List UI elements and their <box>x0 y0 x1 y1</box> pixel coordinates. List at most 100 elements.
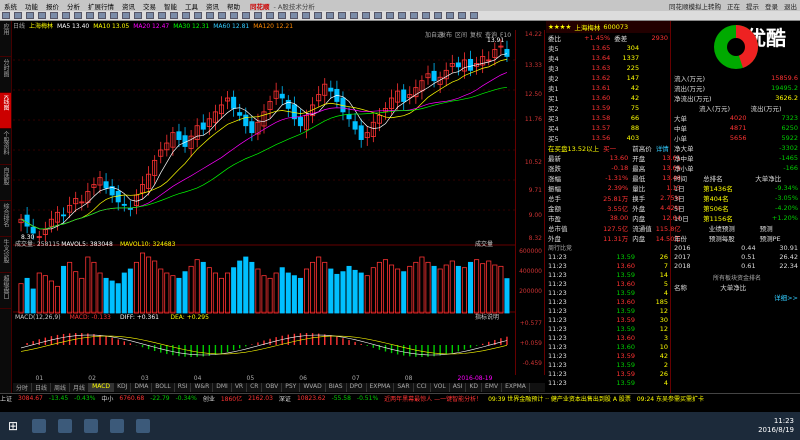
toolbar-icon[interactable] <box>194 12 202 19</box>
toolbar-icon[interactable] <box>146 12 154 19</box>
menu-item[interactable]: 资讯 <box>118 1 139 11</box>
menu-right-item[interactable]: 提示 <box>743 1 762 11</box>
indicator-tab[interactable]: ASI <box>450 383 467 392</box>
toolbar-icon[interactable] <box>350 12 358 19</box>
indicator-tab[interactable]: EXPMA <box>502 383 530 392</box>
indicator-tab[interactable]: VR <box>232 383 248 392</box>
toolbar-icon[interactable] <box>290 12 298 19</box>
indicator-tab[interactable]: EMV <box>482 383 503 392</box>
toolbar-icon[interactable] <box>326 12 334 19</box>
left-tab[interactable]: 综合排名 <box>0 201 11 237</box>
toolbar-icon[interactable] <box>62 12 70 19</box>
indicator-tab[interactable]: KDJ <box>114 383 132 392</box>
indicator-tab[interactable]: MACD <box>89 383 115 392</box>
menu-item[interactable]: 系统 <box>0 1 21 11</box>
indicator-tab[interactable]: SAR <box>394 383 414 392</box>
menu-item[interactable]: 交易 <box>139 1 160 11</box>
indicator-tab[interactable]: KD <box>466 383 482 392</box>
toolbar-icon[interactable] <box>122 12 130 19</box>
toolbar-icon[interactable] <box>434 12 442 19</box>
menu-item[interactable]: 报价 <box>42 1 63 11</box>
toolbar-icon[interactable] <box>2 12 10 19</box>
toolbar-icon[interactable] <box>422 12 430 19</box>
menu-right-item[interactable]: 登录 <box>762 1 781 11</box>
menu-item[interactable]: 资讯 <box>202 1 223 11</box>
toolbar-icon[interactable] <box>470 12 478 19</box>
search-icon[interactable] <box>32 419 46 433</box>
toolbar-icon[interactable] <box>14 12 22 19</box>
menu-item[interactable]: 帮助 <box>223 1 244 11</box>
indicator-tab[interactable]: CR <box>247 383 263 392</box>
indicator-tab[interactable]: EXPMA <box>367 383 395 392</box>
toolbar-icon[interactable] <box>254 12 262 19</box>
windows-start-icon[interactable]: ⊞ <box>0 412 26 440</box>
app-icon[interactable] <box>136 419 150 433</box>
toolbar-icon[interactable] <box>170 12 178 19</box>
toolbar-icon[interactable] <box>410 12 418 19</box>
toolbar-icon[interactable] <box>134 12 142 19</box>
toolbar-icon[interactable] <box>98 12 106 19</box>
toolbar-icon[interactable] <box>74 12 82 19</box>
explorer-icon[interactable] <box>84 419 98 433</box>
menu-item[interactable]: 智能 <box>160 1 181 11</box>
toolbar-icon[interactable] <box>398 12 406 19</box>
indicator-tab[interactable]: 周线 <box>51 383 71 392</box>
left-tab[interactable]: 牛叉诊股 <box>0 237 11 273</box>
status-ticker-3[interactable]: 09:24 东吴参需买需扩卡 <box>637 394 704 403</box>
toolbar-icon[interactable] <box>218 12 226 19</box>
indicator-tab[interactable]: OBV <box>262 383 283 392</box>
toolbar-icon[interactable] <box>86 12 94 19</box>
toolbar-icon[interactable] <box>458 12 466 19</box>
toolbar-icon[interactable] <box>374 12 382 19</box>
toolbar-icon[interactable] <box>446 12 454 19</box>
left-tab[interactable]: 超级盘口 <box>0 273 11 309</box>
menu-right-item[interactable]: 退出 <box>781 1 800 11</box>
toolbar-icon[interactable] <box>206 12 214 19</box>
toolbar-icon[interactable] <box>386 12 394 19</box>
toolbar-icon[interactable] <box>314 12 322 19</box>
menu-item[interactable]: 工具 <box>181 1 202 11</box>
toolbar-icon[interactable] <box>182 12 190 19</box>
toolbar-icon[interactable] <box>302 12 310 19</box>
status-ticker-2[interactable]: 09:39 世界金融预计 ·· 健产业资本出售出到股 A 股票 <box>488 394 631 403</box>
left-tab[interactable]: 分时图 <box>0 57 11 93</box>
toolbar-icon[interactable] <box>266 12 274 19</box>
indicator-tab[interactable]: 日线 <box>32 383 52 392</box>
indicator-tab[interactable]: WVAD <box>300 383 326 392</box>
menu-right-item[interactable]: 正在 <box>724 1 743 11</box>
indicator-tab[interactable]: CCI <box>414 383 431 392</box>
indicator-tab[interactable]: 月线 <box>70 383 90 392</box>
edge-icon[interactable] <box>58 419 72 433</box>
left-tab[interactable]: 个股资料 <box>0 129 11 165</box>
left-tab[interactable]: 自选股 <box>0 165 11 201</box>
left-tab[interactable]: 应用 <box>0 21 11 57</box>
toolbar-icon[interactable] <box>278 12 286 19</box>
indicator-tab[interactable]: W&R <box>191 383 214 392</box>
indicator-tab[interactable]: DPO <box>347 383 367 392</box>
toolbar-icon[interactable] <box>338 12 346 19</box>
status-ticker[interactable]: 近两年黑幕最惊人 —一键智能分析！ <box>384 394 482 403</box>
toolbar-icon[interactable] <box>26 12 34 19</box>
toolbar-icon[interactable] <box>158 12 166 19</box>
indicator-tab[interactable]: DMA <box>131 383 153 392</box>
indicator-tab[interactable]: BIAS <box>326 383 347 392</box>
menu-item[interactable]: 扩展行情 <box>84 1 118 11</box>
indicator-tab[interactable]: 分时 <box>13 383 33 392</box>
menu-item[interactable]: 功能 <box>21 1 42 11</box>
toolbar-icon[interactable] <box>38 12 46 19</box>
toolbar-icon[interactable] <box>110 12 118 19</box>
kline-chart[interactable]: 13.918.30成交量: 258115 MAVOL5: 383048 MAVOL1… <box>13 30 515 375</box>
store-icon[interactable] <box>110 419 124 433</box>
indicator-tab[interactable]: VOL <box>431 383 450 392</box>
indicator-tab[interactable]: DMI <box>213 383 232 392</box>
menu-item[interactable]: 分析 <box>63 1 84 11</box>
indicator-tab[interactable]: BOLL <box>152 383 175 392</box>
left-tab[interactable]: K线图 <box>0 93 11 129</box>
toolbar-icon[interactable] <box>362 12 370 19</box>
toolbar-icon[interactable] <box>230 12 238 19</box>
menu-right-item[interactable]: 同花顺模拟上转购 <box>666 1 724 11</box>
toolbar-icon[interactable] <box>50 12 58 19</box>
indicator-tab[interactable]: PSY <box>282 383 301 392</box>
toolbar-icon[interactable] <box>242 12 250 19</box>
indicator-tab[interactable]: RSI <box>175 383 192 392</box>
